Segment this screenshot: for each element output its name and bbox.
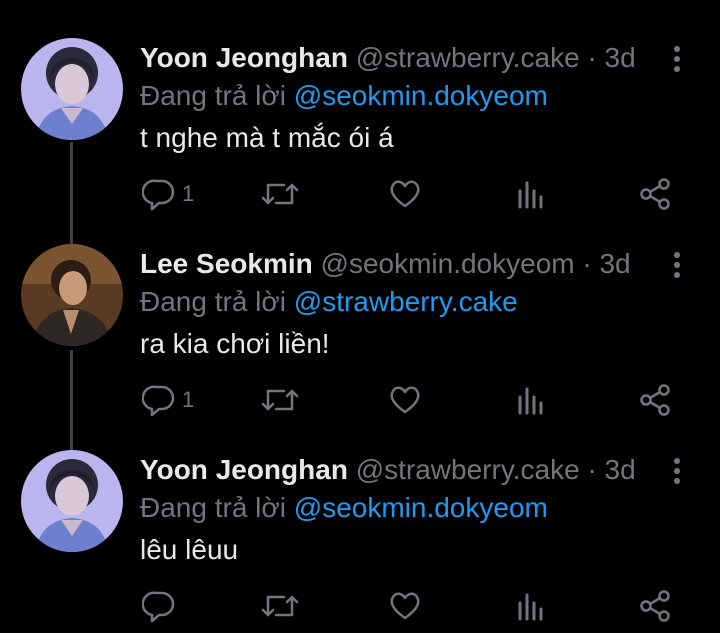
- tweet[interactable]: Lee Seokmin @seokmin.dokyeom · 3d Đang t…: [0, 244, 720, 434]
- views-button[interactable]: [516, 172, 546, 216]
- reply-bubble-icon: [142, 385, 175, 417]
- more-vertical-icon[interactable]: [666, 456, 688, 486]
- retweet-icon: [261, 389, 299, 411]
- mention-link[interactable]: @seokmin.dokyeom: [294, 492, 548, 523]
- replying-to: Đang trả lời @seokmin.dokyeom: [140, 488, 548, 528]
- reply-button[interactable]: [142, 584, 182, 628]
- retweet-icon: [261, 183, 299, 205]
- author-handle[interactable]: @strawberry.cake: [356, 42, 580, 73]
- heart-icon: [390, 592, 420, 620]
- timestamp[interactable]: · 3d: [587, 42, 635, 73]
- author-name[interactable]: Yoon Jeonghan: [140, 42, 348, 73]
- mention-link[interactable]: @strawberry.cake: [294, 286, 518, 317]
- author-handle[interactable]: @seokmin.dokyeom: [321, 248, 575, 279]
- retweet-button[interactable]: [260, 378, 300, 422]
- retweet-button[interactable]: [260, 584, 300, 628]
- share-button[interactable]: [638, 584, 672, 628]
- more-vertical-icon[interactable]: [666, 250, 688, 280]
- tweet-text: lêu lêuu: [140, 534, 239, 565]
- like-button[interactable]: [388, 172, 422, 216]
- like-button[interactable]: [388, 584, 422, 628]
- like-button[interactable]: [388, 378, 422, 422]
- avatar[interactable]: [21, 450, 123, 552]
- reply-count: 1: [182, 181, 195, 206]
- replying-to-label: Đang trả lời: [140, 80, 286, 111]
- timestamp[interactable]: · 3d: [582, 248, 630, 279]
- tweet-actions: 1: [140, 172, 680, 216]
- views-button[interactable]: [516, 584, 546, 628]
- reply-bubble-icon: [142, 591, 175, 623]
- tweet-text: ra kia chơi liền!: [140, 328, 330, 359]
- share-icon: [640, 384, 670, 416]
- author-name[interactable]: Yoon Jeonghan: [140, 454, 348, 485]
- share-button[interactable]: [638, 378, 672, 422]
- author-name[interactable]: Lee Seokmin: [140, 248, 313, 279]
- reply-bubble-icon: [142, 179, 175, 211]
- reply-count: 1: [182, 387, 195, 412]
- tweet[interactable]: Yoon Jeonghan @strawberry.cake · 3d Đang…: [0, 38, 720, 228]
- mention-link[interactable]: @seokmin.dokyeom: [294, 80, 548, 111]
- bar-chart-icon: [518, 593, 543, 621]
- bar-chart-icon: [518, 387, 543, 415]
- retweet-icon: [261, 595, 299, 617]
- tweet-actions: 1: [140, 378, 680, 422]
- avatar[interactable]: [21, 38, 123, 140]
- reply-button[interactable]: 1: [142, 172, 194, 216]
- replying-to-label: Đang trả lời: [140, 492, 286, 523]
- bar-chart-icon: [518, 181, 543, 209]
- heart-icon: [390, 180, 420, 208]
- heart-icon: [390, 386, 420, 414]
- replying-to: Đang trả lời @seokmin.dokyeom: [140, 76, 548, 116]
- share-icon: [640, 178, 670, 210]
- more-vertical-icon[interactable]: [666, 44, 688, 74]
- share-icon: [640, 590, 670, 622]
- share-button[interactable]: [638, 172, 672, 216]
- replying-to: Đang trả lời @strawberry.cake: [140, 282, 518, 322]
- avatar[interactable]: [21, 244, 123, 346]
- tweet[interactable]: Yoon Jeonghan @strawberry.cake · 3d Đang…: [0, 450, 720, 633]
- timestamp[interactable]: · 3d: [587, 454, 635, 485]
- tweet-text: t nghe mà t mắc ói á: [140, 122, 394, 153]
- reply-button[interactable]: 1: [142, 378, 194, 422]
- retweet-button[interactable]: [260, 172, 300, 216]
- replying-to-label: Đang trả lời: [140, 286, 286, 317]
- author-handle[interactable]: @strawberry.cake: [356, 454, 580, 485]
- tweet-actions: [140, 584, 680, 628]
- views-button[interactable]: [516, 378, 546, 422]
